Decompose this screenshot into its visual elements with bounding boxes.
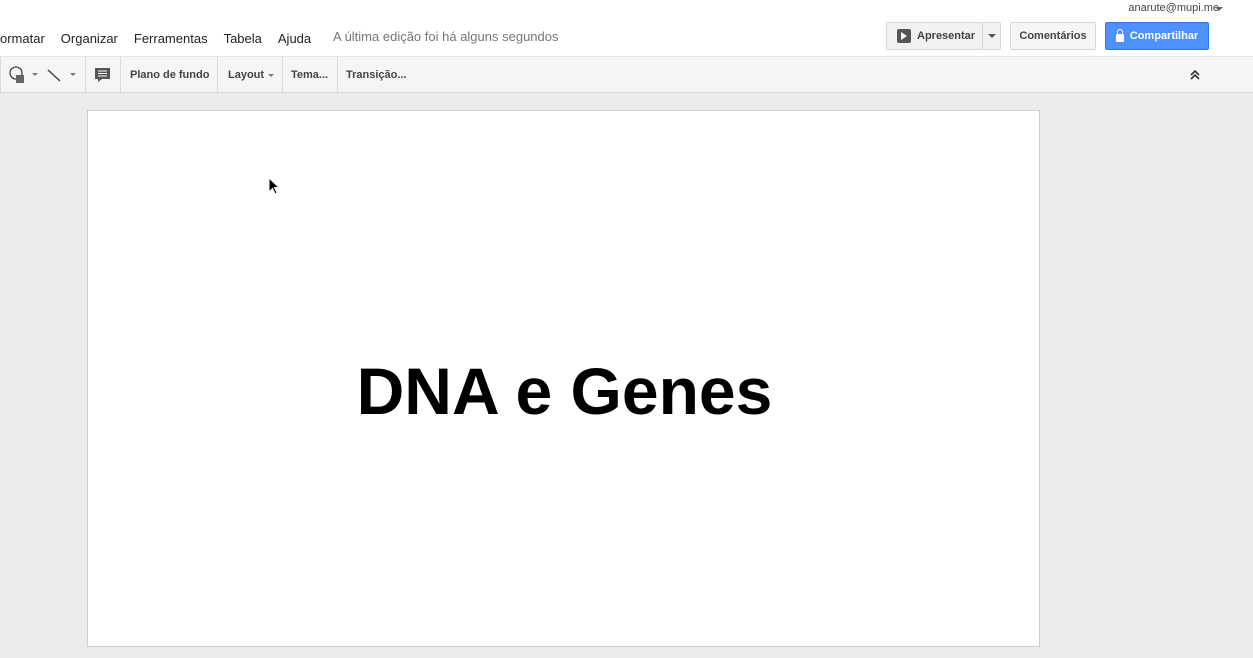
account-email[interactable]: anarute@mupi.me xyxy=(1128,2,1219,14)
share-label: Compartilhar xyxy=(1129,30,1199,42)
background-button[interactable]: Plano de fundo xyxy=(130,57,209,92)
shape-caret-icon xyxy=(32,73,38,76)
comment-icon xyxy=(95,67,110,82)
collapse-toolbar-button[interactable] xyxy=(1189,57,1201,92)
menu-tools[interactable]: Ferramentas xyxy=(126,29,216,48)
line-tool-button[interactable] xyxy=(46,57,76,92)
toolbar-divider xyxy=(120,57,121,92)
app-header: anarute@mupi.me ormatar Organizar Ferram… xyxy=(0,0,1253,57)
toolbar-divider xyxy=(0,57,1,92)
comments-label: Comentários xyxy=(1019,30,1087,42)
menu-format[interactable]: ormatar xyxy=(0,29,53,48)
toolbar-divider xyxy=(217,57,218,92)
toolbar-divider xyxy=(85,57,86,92)
menu-arrange[interactable]: Organizar xyxy=(53,29,126,48)
shape-icon xyxy=(9,65,24,83)
line-icon xyxy=(47,68,61,82)
mouse-cursor-icon xyxy=(268,177,281,195)
layout-button[interactable]: Layout xyxy=(228,57,275,92)
menu-help[interactable]: Ajuda xyxy=(270,29,319,48)
theme-button[interactable]: Tema... xyxy=(291,57,328,92)
layout-caret-icon xyxy=(268,74,275,77)
chevron-down-icon xyxy=(987,34,996,38)
shape-tool-button[interactable] xyxy=(7,57,38,92)
slide-canvas[interactable]: DNA e Genes xyxy=(87,110,1040,647)
layout-label: Layout xyxy=(228,68,265,81)
double-chevron-up-icon xyxy=(1190,69,1200,80)
present-label: Apresentar xyxy=(917,30,976,42)
menu-bar: ormatar Organizar Ferramentas Tabela Aju… xyxy=(0,29,319,48)
line-caret-icon xyxy=(70,73,76,76)
toolbar-divider xyxy=(282,57,283,92)
comments-button[interactable]: Comentários xyxy=(1010,22,1096,50)
comment-tool-button[interactable] xyxy=(94,57,111,92)
transition-button[interactable]: Transição... xyxy=(346,57,407,92)
share-button[interactable]: Compartilhar xyxy=(1105,22,1209,50)
slide-title[interactable]: DNA e Genes xyxy=(88,353,1041,429)
toolbar: Plano de fundo Layout Tema... Transição.… xyxy=(0,57,1253,93)
toolbar-divider xyxy=(337,57,338,92)
menu-table[interactable]: Tabela xyxy=(216,29,270,48)
lock-icon xyxy=(1115,28,1124,42)
play-icon xyxy=(897,29,911,43)
present-dropdown-button[interactable] xyxy=(982,22,1001,50)
account-caret-icon[interactable] xyxy=(1215,7,1223,11)
present-button[interactable]: Apresentar xyxy=(886,22,983,50)
last-edit-status[interactable]: A última edição foi há alguns segundos xyxy=(333,29,559,44)
